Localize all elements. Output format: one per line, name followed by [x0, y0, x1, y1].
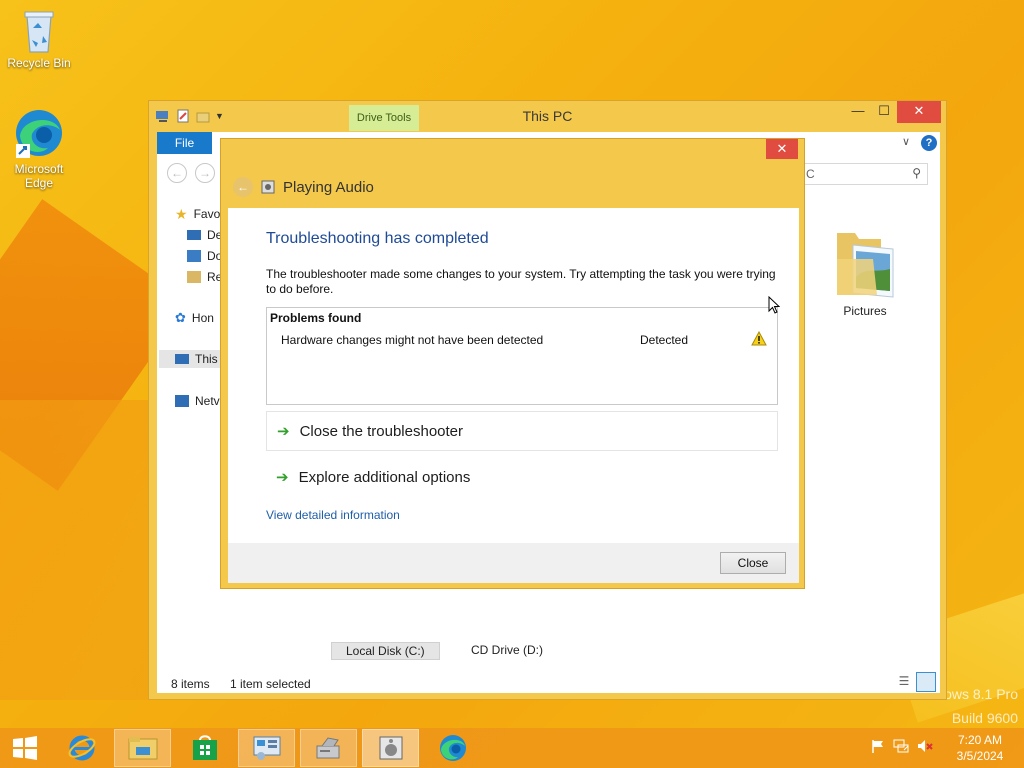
- star-icon: ★: [175, 205, 188, 222]
- taskbar-file-explorer[interactable]: [114, 729, 171, 767]
- speaker-icon: [261, 180, 275, 194]
- system-clock[interactable]: 7:20 AM 3/5/2024: [942, 732, 1018, 764]
- taskbar-troubleshooting[interactable]: [300, 729, 357, 767]
- arrow-right-icon: ➔: [277, 423, 290, 440]
- sidebar-item-homegroup[interactable]: ✿ Hon: [175, 309, 214, 327]
- status-item-count: 8 items: [171, 677, 210, 691]
- sidebar-item-label: This: [195, 352, 218, 366]
- clock-date: 3/5/2024: [956, 749, 1004, 763]
- clock-time: 7:20 AM: [957, 733, 1003, 747]
- sidebar-item-label: Netv: [195, 394, 220, 408]
- details-view-icon[interactable]: ☰: [895, 674, 913, 692]
- taskbar-store[interactable]: [176, 729, 233, 767]
- folder-icon: [128, 737, 157, 760]
- sidebar-item-label: Hon: [191, 311, 214, 325]
- recent-places-icon: [187, 271, 201, 283]
- desktop-icon-label: Recycle Bin: [7, 56, 71, 70]
- sidebar-item-favorites[interactable]: ★ Favo: [175, 205, 220, 223]
- network-icon: [175, 395, 189, 407]
- view-detailed-information-link[interactable]: View detailed information: [266, 508, 400, 522]
- homegroup-icon: ✿: [175, 310, 186, 325]
- taskbar-internet-explorer[interactable]: [53, 729, 110, 767]
- navigation-pane: ★ Favo De Do Re ✿ Hon This Netv: [157, 192, 223, 672]
- mouse-cursor-icon: [768, 295, 781, 314]
- desktop-icon-recycle-bin[interactable]: Recycle Bin: [1, 6, 77, 70]
- pictures-folder-icon: [837, 233, 894, 298]
- back-arrow-icon[interactable]: ←: [167, 163, 187, 183]
- help-icon[interactable]: ?: [921, 135, 937, 151]
- pictures-folder[interactable]: Pictures: [829, 229, 901, 318]
- speaker-icon: [379, 736, 402, 760]
- close-troubleshooter-link[interactable]: ➔ Close the troubleshooter: [266, 411, 778, 451]
- windows-edition-watermark: ows 8.1 Pro: [944, 686, 1018, 702]
- problems-found-title: Problems found: [270, 311, 362, 325]
- dialog-title: Playing Audio: [283, 178, 374, 196]
- sidebar-item-network[interactable]: Netv: [175, 392, 220, 410]
- dialog-content: Troubleshooting has completed The troubl…: [228, 208, 799, 543]
- maximize-button[interactable]: ☐: [871, 101, 897, 123]
- search-text: C: [806, 167, 815, 181]
- control-panel-icon: [253, 736, 280, 760]
- desktop-icon-microsoft-edge[interactable]: Microsoft Edge: [1, 108, 77, 190]
- result-heading: Troubleshooting has completed: [266, 230, 489, 247]
- sidebar-item-downloads[interactable]: Do: [187, 247, 222, 265]
- action-center-flag-icon[interactable]: [870, 738, 886, 754]
- warning-icon: [751, 330, 767, 347]
- explore-options-link[interactable]: ➔ Explore additional options: [266, 457, 778, 497]
- window-title: This PC: [522, 108, 573, 124]
- edge-icon: [14, 108, 64, 160]
- tab-file[interactable]: File: [157, 132, 212, 154]
- troubleshooting-icon: [316, 737, 339, 759]
- dialog-footer: Close: [228, 543, 799, 583]
- desktop-icon: [187, 230, 201, 240]
- network-icon[interactable]: [892, 738, 910, 754]
- close-window-button[interactable]: ✕: [897, 101, 941, 123]
- system-tray: [870, 738, 934, 754]
- drive-local-disk-c[interactable]: Local Disk (C:): [331, 642, 440, 660]
- edge-icon: [439, 735, 466, 761]
- arrow-right-icon: ➔: [276, 469, 289, 486]
- desktop-icon-label: Microsoft Edge: [14, 162, 64, 190]
- back-arrow-icon[interactable]: ←: [233, 177, 253, 197]
- sidebar-item-this-pc[interactable]: This: [159, 350, 223, 368]
- explorer-titlebar[interactable]: ▼ Drive Tools This PC — ☐ ✕: [149, 101, 946, 131]
- internet-explorer-icon: [68, 735, 95, 761]
- drive-cd-d[interactable]: CD Drive (D:): [471, 643, 543, 657]
- sidebar-item-desktop[interactable]: De: [187, 226, 222, 244]
- search-input[interactable]: C ⚲: [801, 163, 928, 185]
- volume-muted-icon[interactable]: [916, 738, 934, 754]
- start-button[interactable]: [0, 729, 50, 767]
- windows-logo-icon: [13, 736, 37, 760]
- chevron-down-icon[interactable]: ∨: [902, 135, 910, 148]
- taskbar: 7:20 AM 3/5/2024: [0, 728, 1024, 768]
- close-button[interactable]: Close: [720, 552, 786, 574]
- wallpaper-shape: [0, 400, 150, 700]
- windows-build-watermark: Build 9600: [951, 710, 1018, 726]
- taskbar-control-panel[interactable]: [238, 729, 295, 767]
- large-icons-view-icon[interactable]: [916, 672, 936, 692]
- taskbar-microsoft-edge[interactable]: [424, 729, 481, 767]
- recycle-bin-icon: [21, 6, 57, 54]
- forward-arrow-icon[interactable]: →: [195, 163, 215, 183]
- action-label: Close the troubleshooter: [299, 422, 464, 440]
- dialog-header: ← Playing Audio: [233, 177, 374, 197]
- action-label: Explore additional options: [298, 468, 471, 486]
- minimize-button[interactable]: —: [845, 101, 871, 123]
- problem-status: Detected: [640, 333, 689, 347]
- taskbar-playing-audio[interactable]: [362, 729, 419, 767]
- result-description: The troubleshooter made some changes to …: [266, 267, 776, 296]
- pictures-label: Pictures: [843, 304, 887, 318]
- sidebar-item-label: Favo: [193, 207, 221, 221]
- problems-found-panel: Problems found Hardware changes might no…: [266, 307, 778, 405]
- computer-icon: [175, 354, 189, 364]
- store-icon: [192, 735, 217, 760]
- dialog-close-button[interactable]: ✕: [766, 139, 798, 159]
- status-selection: 1 item selected: [230, 677, 311, 691]
- downloads-icon: [187, 250, 201, 262]
- search-icon: ⚲: [912, 166, 921, 180]
- status-bar: 8 items 1 item selected ☰: [157, 672, 940, 694]
- troubleshooter-dialog: ✕ ← Playing Audio Troubleshooting has co…: [220, 138, 805, 589]
- problem-description[interactable]: Hardware changes might not have been det…: [281, 333, 543, 347]
- sidebar-item-recent[interactable]: Re: [187, 268, 222, 286]
